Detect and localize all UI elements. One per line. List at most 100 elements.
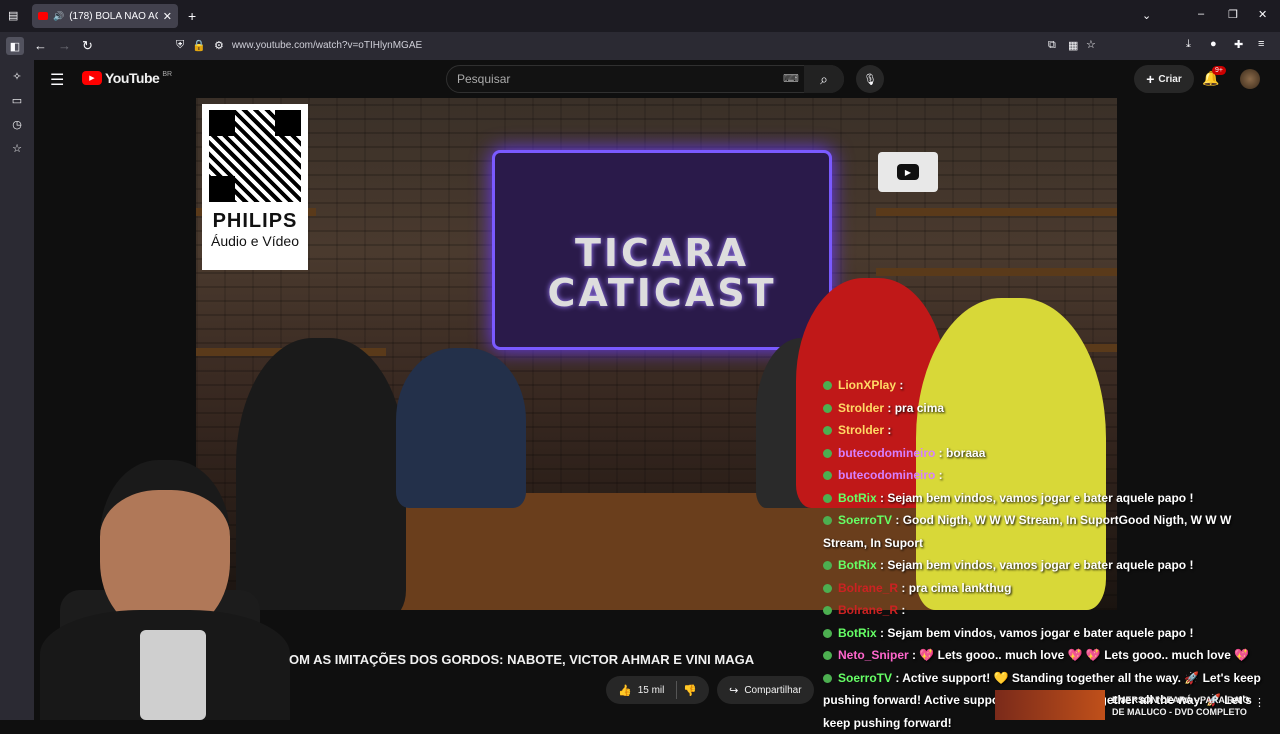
- browser-tab[interactable]: 🔊 (178) BOLA NÃO AGUENTO ✕: [32, 4, 178, 28]
- create-label: Criar: [1158, 74, 1181, 85]
- suggestion-line-1: EMERSON CEARÁ - PARA RAIO: [1112, 694, 1250, 706]
- account-icon[interactable]: ●: [1210, 38, 1217, 50]
- synced-tabs-icon[interactable]: ▭: [9, 92, 25, 108]
- keyboard-icon[interactable]: ⌨: [783, 72, 799, 85]
- thumbs-down-icon[interactable]: 👎: [683, 684, 697, 697]
- chat-separator: :: [935, 468, 942, 482]
- reload-icon[interactable]: ↻: [82, 38, 93, 54]
- qr-code: [209, 110, 301, 202]
- youtube-logo[interactable]: ▶ YouTube BR: [82, 70, 172, 86]
- speaker-icon[interactable]: 🔊: [53, 11, 64, 22]
- video-title: OM AS IMITAÇÕES DOS GORDOS: NABOTE, VICT…: [289, 652, 754, 667]
- close-tab-icon[interactable]: ✕: [163, 10, 172, 23]
- downloads-icon[interactable]: ⤓: [1186, 38, 1191, 51]
- chat-text: Sejam bem vindos, vamos jogar e bater aq…: [887, 491, 1193, 505]
- video-actions: 👍 15 mil 👎 ↪ Compartilhar: [606, 676, 814, 704]
- menu-icon[interactable]: ≡: [1258, 38, 1264, 50]
- live-chat-overlay: LionXPlay : Strolder : pra cimaStrolder …: [823, 374, 1273, 734]
- chat-separator: :: [909, 648, 920, 662]
- sidebar-toggle-icon[interactable]: ◧: [6, 37, 24, 55]
- avatar[interactable]: [1240, 69, 1260, 89]
- like-count: 15 mil: [638, 685, 665, 696]
- maximize-icon[interactable]: ❐: [1228, 8, 1238, 21]
- chat-username: Strolder: [838, 401, 884, 415]
- picture-in-picture-icon[interactable]: ⧉: [1048, 39, 1056, 52]
- chat-separator: :: [935, 446, 946, 460]
- chat-text: 💖 Lets gooo.. much love 💖 💖 Lets gooo.. …: [919, 648, 1249, 662]
- share-icon: ↪: [729, 684, 738, 697]
- glass: [140, 630, 206, 720]
- hamburger-menu-icon[interactable]: ☰: [50, 70, 64, 90]
- browser-nav-bar: ◧ ← → ↻ ⛨ 🔒 ⚙ www.youtube.com/watch?v=oT…: [0, 32, 1280, 60]
- chat-message: SoerroTV : Good Nigth, W W W Stream, In …: [823, 509, 1273, 554]
- search-input[interactable]: Pesquisar ⌨: [446, 65, 844, 93]
- chat-message: Bolrane_R : pra cima lankthug: [823, 577, 1273, 600]
- notifications-button[interactable]: 🔔 9+: [1202, 70, 1219, 88]
- verified-icon: [823, 584, 832, 593]
- extensions-icon[interactable]: ✚: [1234, 38, 1243, 51]
- verified-icon: [823, 561, 832, 570]
- neon-line-1: TICARA: [548, 233, 777, 273]
- chat-username: BotRix: [838, 491, 877, 505]
- chat-text: boraaa: [946, 446, 985, 460]
- new-tab-icon[interactable]: +: [188, 8, 196, 24]
- search-button[interactable]: ⌕: [804, 65, 844, 93]
- chat-text: Sejam bem vindos, vamos jogar e bater aq…: [887, 626, 1193, 640]
- permissions-icon[interactable]: ⚙: [214, 39, 224, 52]
- chat-separator: :: [892, 671, 902, 685]
- search-icon: ⌕: [820, 71, 828, 88]
- chat-separator: :: [898, 581, 909, 595]
- url-bar[interactable]: ⛨ 🔒 ⚙ www.youtube.com/watch?v=oTIHlynMGA…: [176, 34, 1106, 56]
- bookmarks-icon[interactable]: ☆: [9, 140, 25, 156]
- close-window-icon[interactable]: ✕: [1258, 8, 1267, 21]
- chat-separator: :: [892, 513, 903, 527]
- chat-message: Strolder : pra cima: [823, 397, 1273, 420]
- logo-text: YouTube: [105, 70, 159, 86]
- chat-separator: :: [877, 491, 888, 505]
- more-options-icon[interactable]: ⋮: [1254, 696, 1265, 709]
- create-button[interactable]: + Criar: [1134, 65, 1194, 93]
- minimize-icon[interactable]: –: [1198, 8, 1204, 20]
- tab-list-icon[interactable]: ▤: [8, 9, 18, 22]
- history-icon[interactable]: ◷: [9, 116, 25, 132]
- chat-separator: :: [884, 423, 891, 437]
- region-label: BR: [162, 71, 172, 78]
- bookmark-star-icon[interactable]: ☆: [1086, 38, 1096, 51]
- plus-icon: +: [1146, 71, 1154, 87]
- url-text[interactable]: www.youtube.com/watch?v=oTIHlynMGAE: [232, 40, 422, 51]
- youtube-plaque-icon: ▶: [878, 152, 938, 192]
- chat-username: Bolrane_R: [838, 603, 898, 617]
- chat-username: Bolrane_R: [838, 581, 898, 595]
- chat-username: BotRix: [838, 626, 877, 640]
- suggested-video-thumbnail[interactable]: [995, 690, 1105, 720]
- shield-icon[interactable]: ⛨: [176, 39, 184, 52]
- ai-chat-icon[interactable]: ✧: [9, 68, 25, 84]
- back-icon[interactable]: ←: [34, 38, 47, 53]
- share-label: Compartilhar: [744, 685, 801, 696]
- chat-separator: :: [877, 626, 888, 640]
- browser-tab-bar: ▤ 🔊 (178) BOLA NÃO AGUENTO ✕ + ⌄ – ❐ ✕: [0, 0, 1280, 32]
- verified-icon: [823, 381, 832, 390]
- chat-message: butecodomineiro :: [823, 464, 1273, 487]
- lock-icon[interactable]: 🔒: [192, 39, 206, 52]
- chat-username: butecodomineiro: [838, 446, 935, 460]
- verified-icon: [823, 674, 832, 683]
- search-placeholder: Pesquisar: [457, 72, 510, 86]
- forward-icon[interactable]: →: [58, 38, 71, 53]
- verified-icon: [823, 426, 832, 435]
- sponsor-qr-card: PHILIPS Áudio e Vídeo: [202, 104, 308, 270]
- chat-username: SoerroTV: [838, 671, 892, 685]
- reader-view-icon[interactable]: ▦: [1068, 39, 1078, 52]
- youtube-favicon-icon: [38, 12, 48, 20]
- thumbs-up-icon: 👍: [618, 684, 632, 697]
- chat-username: BotRix: [838, 558, 877, 572]
- like-button[interactable]: 👍 15 mil 👎: [606, 676, 709, 704]
- youtube-header: ☰ ▶ YouTube BR Pesquisar ⌨ ⌕ 🎙 + Criar 🔔…: [34, 60, 1280, 98]
- voice-search-button[interactable]: 🎙: [856, 65, 884, 93]
- suggested-video-title[interactable]: EMERSON CEARÁ - PARA RAIO DE MALUCO - DV…: [1112, 694, 1250, 718]
- share-button[interactable]: ↪ Compartilhar: [717, 676, 813, 704]
- chat-message: BotRix : Sejam bem vindos, vamos jogar e…: [823, 554, 1273, 577]
- notification-badge: 9+: [1212, 66, 1226, 75]
- chat-separator: :: [896, 378, 903, 392]
- chevron-down-icon[interactable]: ⌄: [1142, 9, 1151, 22]
